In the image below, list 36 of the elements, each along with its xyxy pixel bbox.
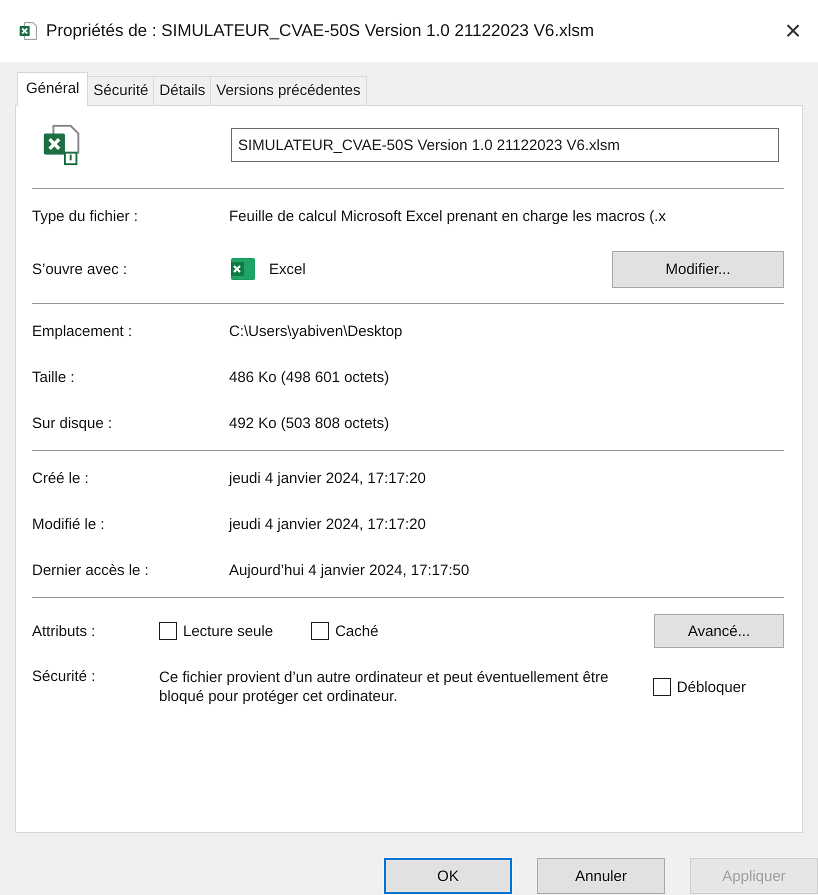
advanced-button[interactable]: Avancé... [654, 614, 784, 648]
field-value: 492 Ko (503 808 octets) [229, 414, 390, 432]
checkbox[interactable] [652, 678, 671, 696]
dialog-button[interactable]: OK [384, 858, 512, 894]
checkbox[interactable] [159, 622, 177, 640]
field-value: 486 Ko (498 601 octets) [229, 368, 390, 386]
field-value: jeudi 4 janvier 2024, 17:17:20 [229, 516, 427, 532]
checkbox[interactable] [311, 622, 330, 640]
file-name-field[interactable]: SIMULATEUR_CVAE-50S Version 1.0 21122023 V6.xlsm [231, 128, 779, 162]
file-icon [18, 21, 38, 41]
field-label: Dernier accès le : [32, 562, 150, 578]
field-value: Aujourd’hui 4 janvier 2024, 17:17:50 [229, 562, 470, 578]
close-button[interactable]: × [768, 14, 818, 48]
tab[interactable]: Général [17, 72, 88, 106]
field-label: Type du fichier : [32, 208, 139, 224]
field-value: jeudi 4 janvier 2024, 17:17:20 [229, 470, 427, 486]
field-label: S’ouvre avec : [32, 260, 128, 278]
checkbox-label: Débloquer [676, 678, 746, 696]
field-label: Sécurité : [32, 668, 96, 685]
field-value: Feuille de calcul Microsoft Excel prenant en charge les macros (.x [229, 208, 667, 224]
field-label: Sur disque : [32, 414, 114, 432]
change-button[interactable]: Modifier... [612, 250, 784, 288]
field-label: Attributs : [32, 622, 96, 640]
dialog-button[interactable]: Annuler [537, 858, 665, 894]
field-label: Modifié le : [32, 516, 106, 532]
checkbox-label: Lecture seule [183, 622, 274, 640]
field-label: Créé le : [32, 470, 90, 486]
field-value: C:\Users\yabiven\Desktop [229, 322, 404, 340]
spreadsheet-app-icon [229, 256, 257, 282]
checkbox-label: Caché [335, 622, 378, 640]
security-message: Ce fichier provient d’un autre ordinateur et peut éventuellement être bloqué pour protéger cet ordinateur. [159, 668, 610, 706]
field-label: Emplacement : [32, 322, 134, 340]
window-title: Propriétés de : SIMULATEUR_CVAE-50S Version 1.0 21122023 V6.xlsm [46, 21, 596, 41]
app-name: Excel [269, 260, 306, 278]
field-label: Taille : [32, 368, 76, 386]
tab[interactable]: Versions précédentes [210, 76, 367, 105]
